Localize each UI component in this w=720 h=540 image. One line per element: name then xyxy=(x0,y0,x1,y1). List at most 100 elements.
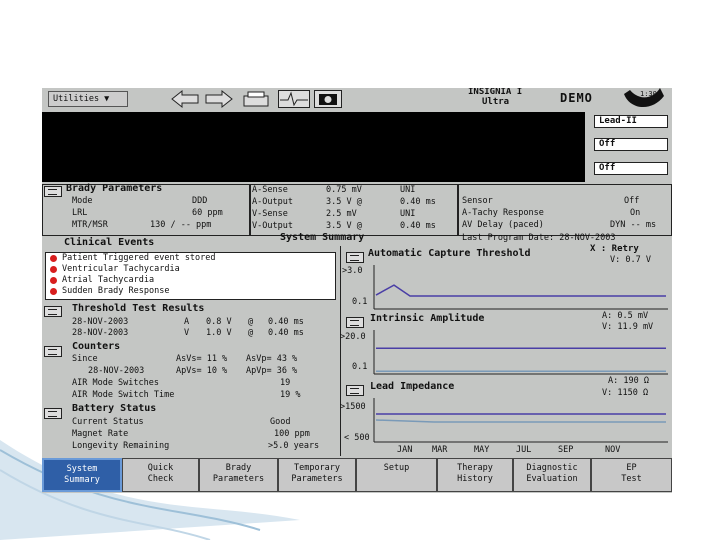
brady-row-value: DDD xyxy=(192,196,208,206)
brady-row-value: 60 ppm xyxy=(192,208,223,218)
tab-label-line2: Check xyxy=(147,474,174,484)
tab-label-line1: EP xyxy=(626,463,637,473)
tab-quick-check[interactable]: Quick Check xyxy=(122,458,199,492)
back-arrow-icon[interactable] xyxy=(171,89,199,109)
capture-edit-icon[interactable] xyxy=(346,252,364,263)
event-alert-icon xyxy=(50,277,57,284)
counters-edit-icon[interactable] xyxy=(44,346,62,357)
month-tick-label: JAN xyxy=(397,445,413,455)
chart-divider xyxy=(340,246,341,456)
impedance-chart-title: Lead Impedance xyxy=(370,381,455,392)
tab-label-line1: Quick xyxy=(147,463,174,473)
forward-arrow-icon[interactable] xyxy=(205,89,233,109)
tab-brady-parameters[interactable]: Brady Parameters xyxy=(199,458,278,492)
impedance-a-legend: A: 190 Ω xyxy=(608,376,649,386)
printer-icon[interactable] xyxy=(242,90,270,108)
air-time-label: AIR Mode Switch Time xyxy=(72,390,175,400)
impedance-edit-icon[interactable] xyxy=(346,385,364,396)
tab-label-line2: Parameters xyxy=(212,474,265,484)
impedance-y-top: >1500 xyxy=(340,402,366,412)
capture-y-top: >3.0 xyxy=(342,266,363,276)
tab-label-line1: System xyxy=(66,464,98,474)
air-switches-label: AIR Mode Switches xyxy=(72,378,159,388)
brady-right-label: A-Tachy Response xyxy=(462,208,544,218)
lead-select-2[interactable]: Off xyxy=(594,138,668,151)
threshold-pulse-width: 0.40 ms xyxy=(268,328,304,338)
capture-chart-plot xyxy=(373,265,668,310)
threshold-channel: V xyxy=(184,328,190,338)
brady-mid-extra: UNI xyxy=(400,185,416,195)
event-alert-icon xyxy=(50,288,57,295)
tab-label-line2: Parameters xyxy=(291,474,343,484)
counters-since-date: 28-NOV-2003 xyxy=(88,366,145,376)
intrinsic-y-top: >20.0 xyxy=(340,332,366,342)
tab-label-line2: Summary xyxy=(64,475,100,485)
last-program-date: Last Program Date: 28-NOV-2003 xyxy=(462,233,616,243)
month-tick-label: JUL xyxy=(516,445,532,455)
utilities-menu-button[interactable]: Utilities ▼ xyxy=(48,91,128,107)
lead-select-1[interactable]: Lead-II xyxy=(594,115,668,128)
tab-system-summary[interactable]: System Summary xyxy=(42,458,122,492)
intrinsic-edit-icon[interactable] xyxy=(346,317,364,328)
clinical-event-item[interactable]: Atrial Tachycardia xyxy=(62,275,154,285)
threshold-value: 1.0 V xyxy=(206,328,232,338)
impedance-a-series-line xyxy=(375,419,666,423)
brady-edit-icon[interactable] xyxy=(44,186,62,197)
brady-right-value: DYN -- ms xyxy=(610,220,657,230)
tab-setup[interactable]: Setup xyxy=(356,458,437,492)
brady-right-label: AV Delay (paced) xyxy=(462,220,544,230)
lead-select-1-label: Lead-II xyxy=(599,116,637,126)
brady-mid-label: V-Output xyxy=(252,221,293,231)
battery-row-label: Longevity Remaining xyxy=(72,441,170,451)
counters-since-label: Since xyxy=(72,354,98,364)
brady-mid-value: 0.75 mV xyxy=(326,185,362,195)
threshold-date: 28-NOV-2003 xyxy=(72,328,129,338)
counter-apvs: ApVs= 10 % xyxy=(176,366,228,376)
month-tick-label: MAY xyxy=(474,445,490,455)
tab-label-line2: History xyxy=(457,474,493,484)
threshold-edit-icon[interactable] xyxy=(44,306,62,317)
ecg-icon[interactable] xyxy=(278,90,310,108)
clinical-event-item[interactable]: Sudden Brady Response xyxy=(62,286,169,296)
event-alert-icon xyxy=(50,266,57,273)
capture-v-series-line xyxy=(375,284,666,297)
brady-row-label: Mode xyxy=(72,196,93,206)
intrinsic-chart-title: Intrinsic Amplitude xyxy=(370,313,485,324)
camera-icon[interactable] xyxy=(314,90,342,108)
month-tick-label: NOV xyxy=(605,445,621,455)
system-summary-title: System Summary xyxy=(280,232,365,243)
battery-row-label: Current Status xyxy=(72,417,144,427)
clinical-event-item[interactable]: Ventricular Tachycardia xyxy=(62,264,180,274)
battery-edit-icon[interactable] xyxy=(44,408,62,419)
tab-diagnostic-evaluation[interactable]: Diagnostic Evaluation xyxy=(513,458,591,492)
threshold-value: 0.8 V xyxy=(206,317,232,327)
event-alert-icon xyxy=(50,255,57,262)
air-time-value: 19 % xyxy=(280,390,301,400)
battery-title: Battery Status xyxy=(72,403,157,414)
brady-mid-label: A-Sense xyxy=(252,185,288,195)
device-name-line1: INSIGNIA I xyxy=(468,88,523,97)
intrinsic-y-bottom: 0.1 xyxy=(352,362,368,372)
brady-mid-extra: UNI xyxy=(400,209,416,219)
back-forward-arrows xyxy=(171,89,233,109)
lead-select-2-label: Off xyxy=(599,139,616,149)
battery-row-value: Good xyxy=(270,417,291,427)
brady-mid-label: V-Sense xyxy=(252,209,288,219)
tab-ep-test[interactable]: EP Test xyxy=(591,458,672,492)
threshold-pulse-width: 0.40 ms xyxy=(268,317,304,327)
tab-therapy-history[interactable]: Therapy History xyxy=(437,458,513,492)
month-tick-label: MAR xyxy=(432,445,448,455)
battery-row-value: 100 ppm xyxy=(274,429,310,439)
intrinsic-a-legend: A: 0.5 mV xyxy=(602,311,649,321)
tab-temporary-parameters[interactable]: Temporary Parameters xyxy=(278,458,356,492)
tab-label-line1: Setup xyxy=(383,463,410,473)
capture-chart-title: Automatic Capture Threshold xyxy=(368,248,531,259)
brady-title: Brady Parameters xyxy=(66,183,163,194)
device-name-line2: Ultra xyxy=(482,97,510,107)
battery-row-label: Magnet Rate xyxy=(72,429,129,439)
lead-select-3[interactable]: Off xyxy=(594,162,668,175)
counters-title: Counters xyxy=(72,341,121,352)
lead-select-3-label: Off xyxy=(599,163,616,173)
capture-retry-legend: X : Retry xyxy=(590,244,639,254)
clinical-event-item[interactable]: Patient Triggered event stored xyxy=(62,253,216,263)
